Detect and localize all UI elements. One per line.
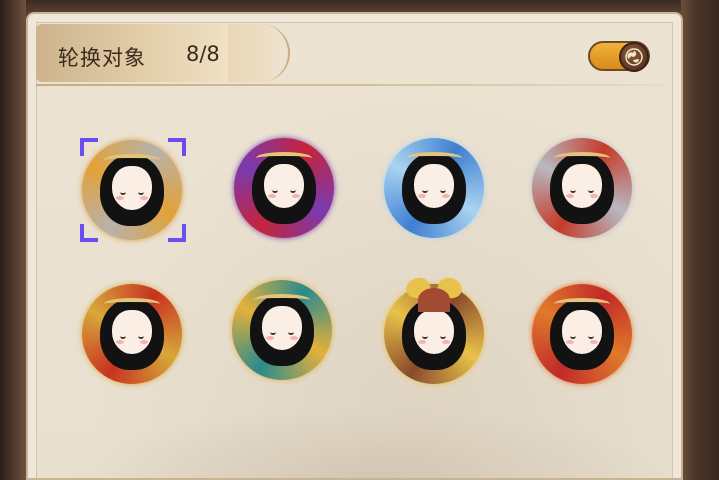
avatar-face [264,164,304,208]
background-ink-painting [68,408,668,478]
rotation-count: 8/8 [186,42,220,66]
selection-corner [168,138,186,156]
header-divider [36,84,666,86]
helmet-dome [418,288,450,312]
avatar-crimson-lantern[interactable] [532,284,632,384]
avatar-headband [104,298,160,310]
right-border [681,0,719,480]
blush [292,194,300,198]
blush [268,194,276,198]
blush [418,340,426,344]
blush [566,194,574,198]
blush [266,336,274,340]
panel-title: 轮换对象 [58,46,146,70]
avatar-face [414,310,454,354]
rotation-toggle[interactable] [588,41,650,72]
avatar-headband [254,294,310,306]
avatar-crimson-gold[interactable] [82,284,182,384]
left-border [0,0,26,480]
avatar-face [562,164,602,208]
avatar-headband [406,152,462,164]
avatar-face [562,310,602,354]
samurai-helmet-icon [402,274,466,312]
blush [140,340,148,344]
avatar-crimson-flame[interactable] [234,138,334,238]
blush [442,340,450,344]
selection-corner [168,224,186,242]
tomoe-icon [619,42,649,72]
avatar-red-silver[interactable] [532,138,632,238]
header-banner-curve [228,24,290,82]
avatar-face [262,306,302,350]
avatar-face [112,310,152,354]
avatar-face [414,164,454,208]
avatar-headband [554,298,610,310]
blush [590,194,598,198]
blush [442,194,450,198]
blush [566,340,574,344]
blush [290,336,298,340]
avatar-headband [256,152,312,164]
selection-corner [80,224,98,242]
avatar-teal-dragon[interactable] [232,280,332,380]
avatar-azure-wave[interactable] [384,138,484,238]
blush [590,340,598,344]
selection-corner [80,138,98,156]
avatar-samurai-helmet[interactable] [384,274,484,384]
selection-frame [80,138,186,242]
blush [418,194,426,198]
avatar-headband [554,152,610,164]
blush [116,340,124,344]
